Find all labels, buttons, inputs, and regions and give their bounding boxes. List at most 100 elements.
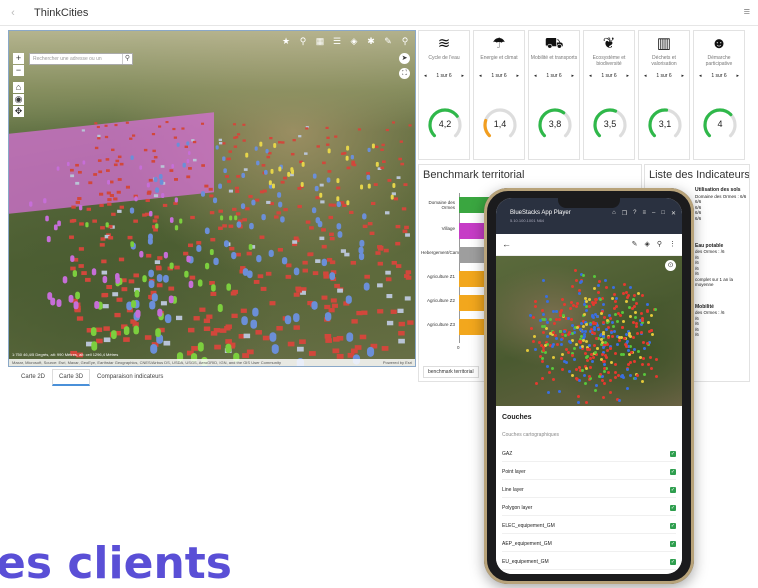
map-green-feature — [179, 218, 183, 224]
layer-row[interactable]: Polygon layer ✓ — [502, 500, 676, 516]
indicator-card[interactable]: ▥ Déchets et valorisation ◂ 1 sur 6 ▸ 3,… — [638, 30, 690, 160]
map-building — [293, 325, 300, 330]
chevron-right-icon[interactable]: ▸ — [737, 73, 740, 79]
layer-checkbox[interactable]: ✓ — [670, 522, 676, 529]
map-building — [100, 226, 105, 230]
map-building — [119, 162, 124, 166]
indicator-card[interactable]: ☻ Démarche participative ◂ 1 sur 6 ▸ 4 — [693, 30, 745, 160]
map-building — [160, 165, 165, 168]
compass-icon[interactable]: ◉ — [13, 94, 24, 105]
minimize-icon[interactable]: – — [652, 210, 655, 217]
chevron-left-icon[interactable]: ◂ — [644, 73, 647, 79]
map-blue-feature — [147, 237, 153, 245]
indicator-card[interactable]: ≋ Cycle de l'eau ◂ 1 sur 6 ▸ 4,2 — [418, 30, 470, 160]
edit-icon[interactable]: ✎ — [382, 35, 394, 47]
close-icon[interactable]: ✕ — [671, 210, 676, 217]
map-building — [113, 197, 118, 201]
layers-icon[interactable]: ◈ — [348, 35, 360, 47]
chevron-right-icon[interactable]: ▸ — [517, 73, 520, 79]
map-search-input[interactable]: Rechercher une adresse ou un ⚲ — [29, 53, 133, 65]
indicator-card[interactable]: ❦ Écosystème et biodiversité ◂ 1 sur 6 ▸… — [583, 30, 635, 160]
map-building — [315, 196, 320, 200]
locate-icon[interactable]: ⊙ — [665, 260, 676, 271]
map-purple-feature — [115, 273, 120, 281]
map-building — [108, 236, 114, 240]
edit-icon[interactable]: ✎ — [632, 240, 638, 248]
map-purple-feature — [62, 276, 68, 284]
map-pin-icon[interactable]: ⚲ — [297, 35, 309, 47]
phone-map-marker — [539, 343, 543, 347]
layers-icon[interactable]: ◈ — [644, 240, 649, 248]
tab-comparaison[interactable]: Comparaison indicateurs — [90, 369, 170, 386]
chevron-right-icon[interactable]: ▸ — [462, 73, 465, 79]
indicator-section[interactable]: Mobilité des Ormes : /6/6/6/6/6 — [695, 304, 725, 338]
layer-row[interactable]: GAZ ✓ — [502, 446, 676, 462]
back-arrow-icon[interactable]: ← — [502, 239, 511, 249]
map-building — [281, 141, 285, 144]
search-icon[interactable]: ⚲ — [399, 35, 411, 47]
search-icon[interactable]: ⚲ — [657, 240, 662, 248]
maximize-icon[interactable]: □ — [661, 210, 665, 217]
layer-checkbox[interactable]: ✓ — [670, 468, 676, 475]
map-3d-view[interactable]: ★ ⚲ ▦ ☰ ◈ ✱ ✎ ⚲ + − ⌂ ◉ ✥ Rechercher une… — [8, 30, 416, 367]
phone-map[interactable]: ⊙ — [496, 256, 682, 406]
windows-icon[interactable]: ❐ — [622, 210, 627, 217]
phone-map-marker — [603, 363, 607, 367]
phone-screen: BlueStacks App Player 5.10.100.1001 N64 … — [496, 198, 682, 574]
car-icon: ⛟ — [544, 35, 564, 52]
settings-icon[interactable]: ✱ — [365, 35, 377, 47]
map-blue-feature — [240, 203, 246, 210]
locate-icon[interactable]: ➤ — [399, 53, 410, 64]
phone-app-bar: ← ✎ ◈ ⚲ ⋮ — [496, 234, 682, 256]
fullscreen-icon[interactable]: ⛶ — [399, 68, 410, 79]
layer-row[interactable]: ELEC_equipement_GM ✓ — [502, 518, 676, 534]
benchmark-tab[interactable]: benchmark territorial — [423, 366, 479, 378]
chevron-left-icon[interactable]: ◂ — [589, 73, 592, 79]
map-building — [98, 170, 103, 174]
chevron-left-icon[interactable]: ‹ — [6, 7, 20, 19]
chevron-right-icon[interactable]: ▸ — [682, 73, 685, 79]
gauge-value: 3,1 — [658, 119, 672, 129]
phone-map-marker — [649, 355, 653, 359]
layer-checkbox[interactable]: ✓ — [670, 504, 676, 511]
hamburger-icon[interactable]: ≡ — [744, 6, 750, 18]
help-icon[interactable]: ? — [633, 210, 636, 217]
layer-row[interactable]: Point layer ✓ — [502, 464, 676, 480]
indicator-section[interactable]: Utilisation des sols Domaine des Ormes : … — [695, 187, 746, 221]
search-icon[interactable]: ⚲ — [122, 54, 132, 64]
home-icon[interactable]: ⌂ — [612, 210, 616, 217]
chevron-right-icon[interactable]: ▸ — [627, 73, 630, 79]
home-icon[interactable]: ⌂ — [13, 82, 24, 93]
map-building — [218, 209, 223, 213]
grid-icon[interactable]: ▦ — [314, 35, 326, 47]
chevron-right-icon[interactable]: ▸ — [572, 73, 575, 79]
star-icon[interactable]: ★ — [280, 35, 292, 47]
layer-checkbox[interactable]: ✓ — [670, 540, 676, 547]
map-blue-feature — [236, 221, 242, 228]
map-building — [104, 124, 108, 127]
chevron-left-icon[interactable]: ◂ — [424, 73, 427, 79]
more-icon[interactable]: ⋮ — [669, 240, 676, 248]
layer-row[interactable]: EU_equipement_GM ✓ — [502, 554, 676, 570]
layer-checkbox[interactable]: ✓ — [670, 558, 676, 565]
map-building — [200, 122, 205, 125]
chevron-left-icon[interactable]: ◂ — [534, 73, 537, 79]
layer-checkbox[interactable]: ✓ — [670, 450, 676, 457]
menu-icon[interactable]: ≡ — [642, 210, 646, 217]
zoom-out-button[interactable]: − — [13, 65, 24, 76]
map-building — [400, 162, 405, 166]
navigation-icon[interactable]: ✥ — [13, 106, 24, 117]
list-icon[interactable]: ☰ — [331, 35, 343, 47]
layer-row[interactable]: AEP_equipement_GM ✓ — [502, 536, 676, 552]
zoom-in-button[interactable]: + — [13, 53, 24, 64]
indicator-section[interactable]: Eau potable des Ormes : /6/6/6/6/6 complet… — [695, 243, 749, 288]
layer-row[interactable]: Line layer ✓ — [502, 482, 676, 498]
tab-carte-2d[interactable]: Carte 2D — [14, 369, 52, 386]
tab-carte-3d[interactable]: Carte 3D — [52, 369, 91, 386]
phone-map-marker — [603, 279, 607, 283]
chevron-left-icon[interactable]: ◂ — [699, 73, 702, 79]
indicator-card[interactable]: ⛟ Mobilité et transports ◂ 1 sur 6 ▸ 3,8 — [528, 30, 580, 160]
layer-checkbox[interactable]: ✓ — [670, 486, 676, 493]
indicator-card[interactable]: ☂ Énergie et climat ◂ 1 sur 6 ▸ 1,4 — [473, 30, 525, 160]
chevron-left-icon[interactable]: ◂ — [479, 73, 482, 79]
